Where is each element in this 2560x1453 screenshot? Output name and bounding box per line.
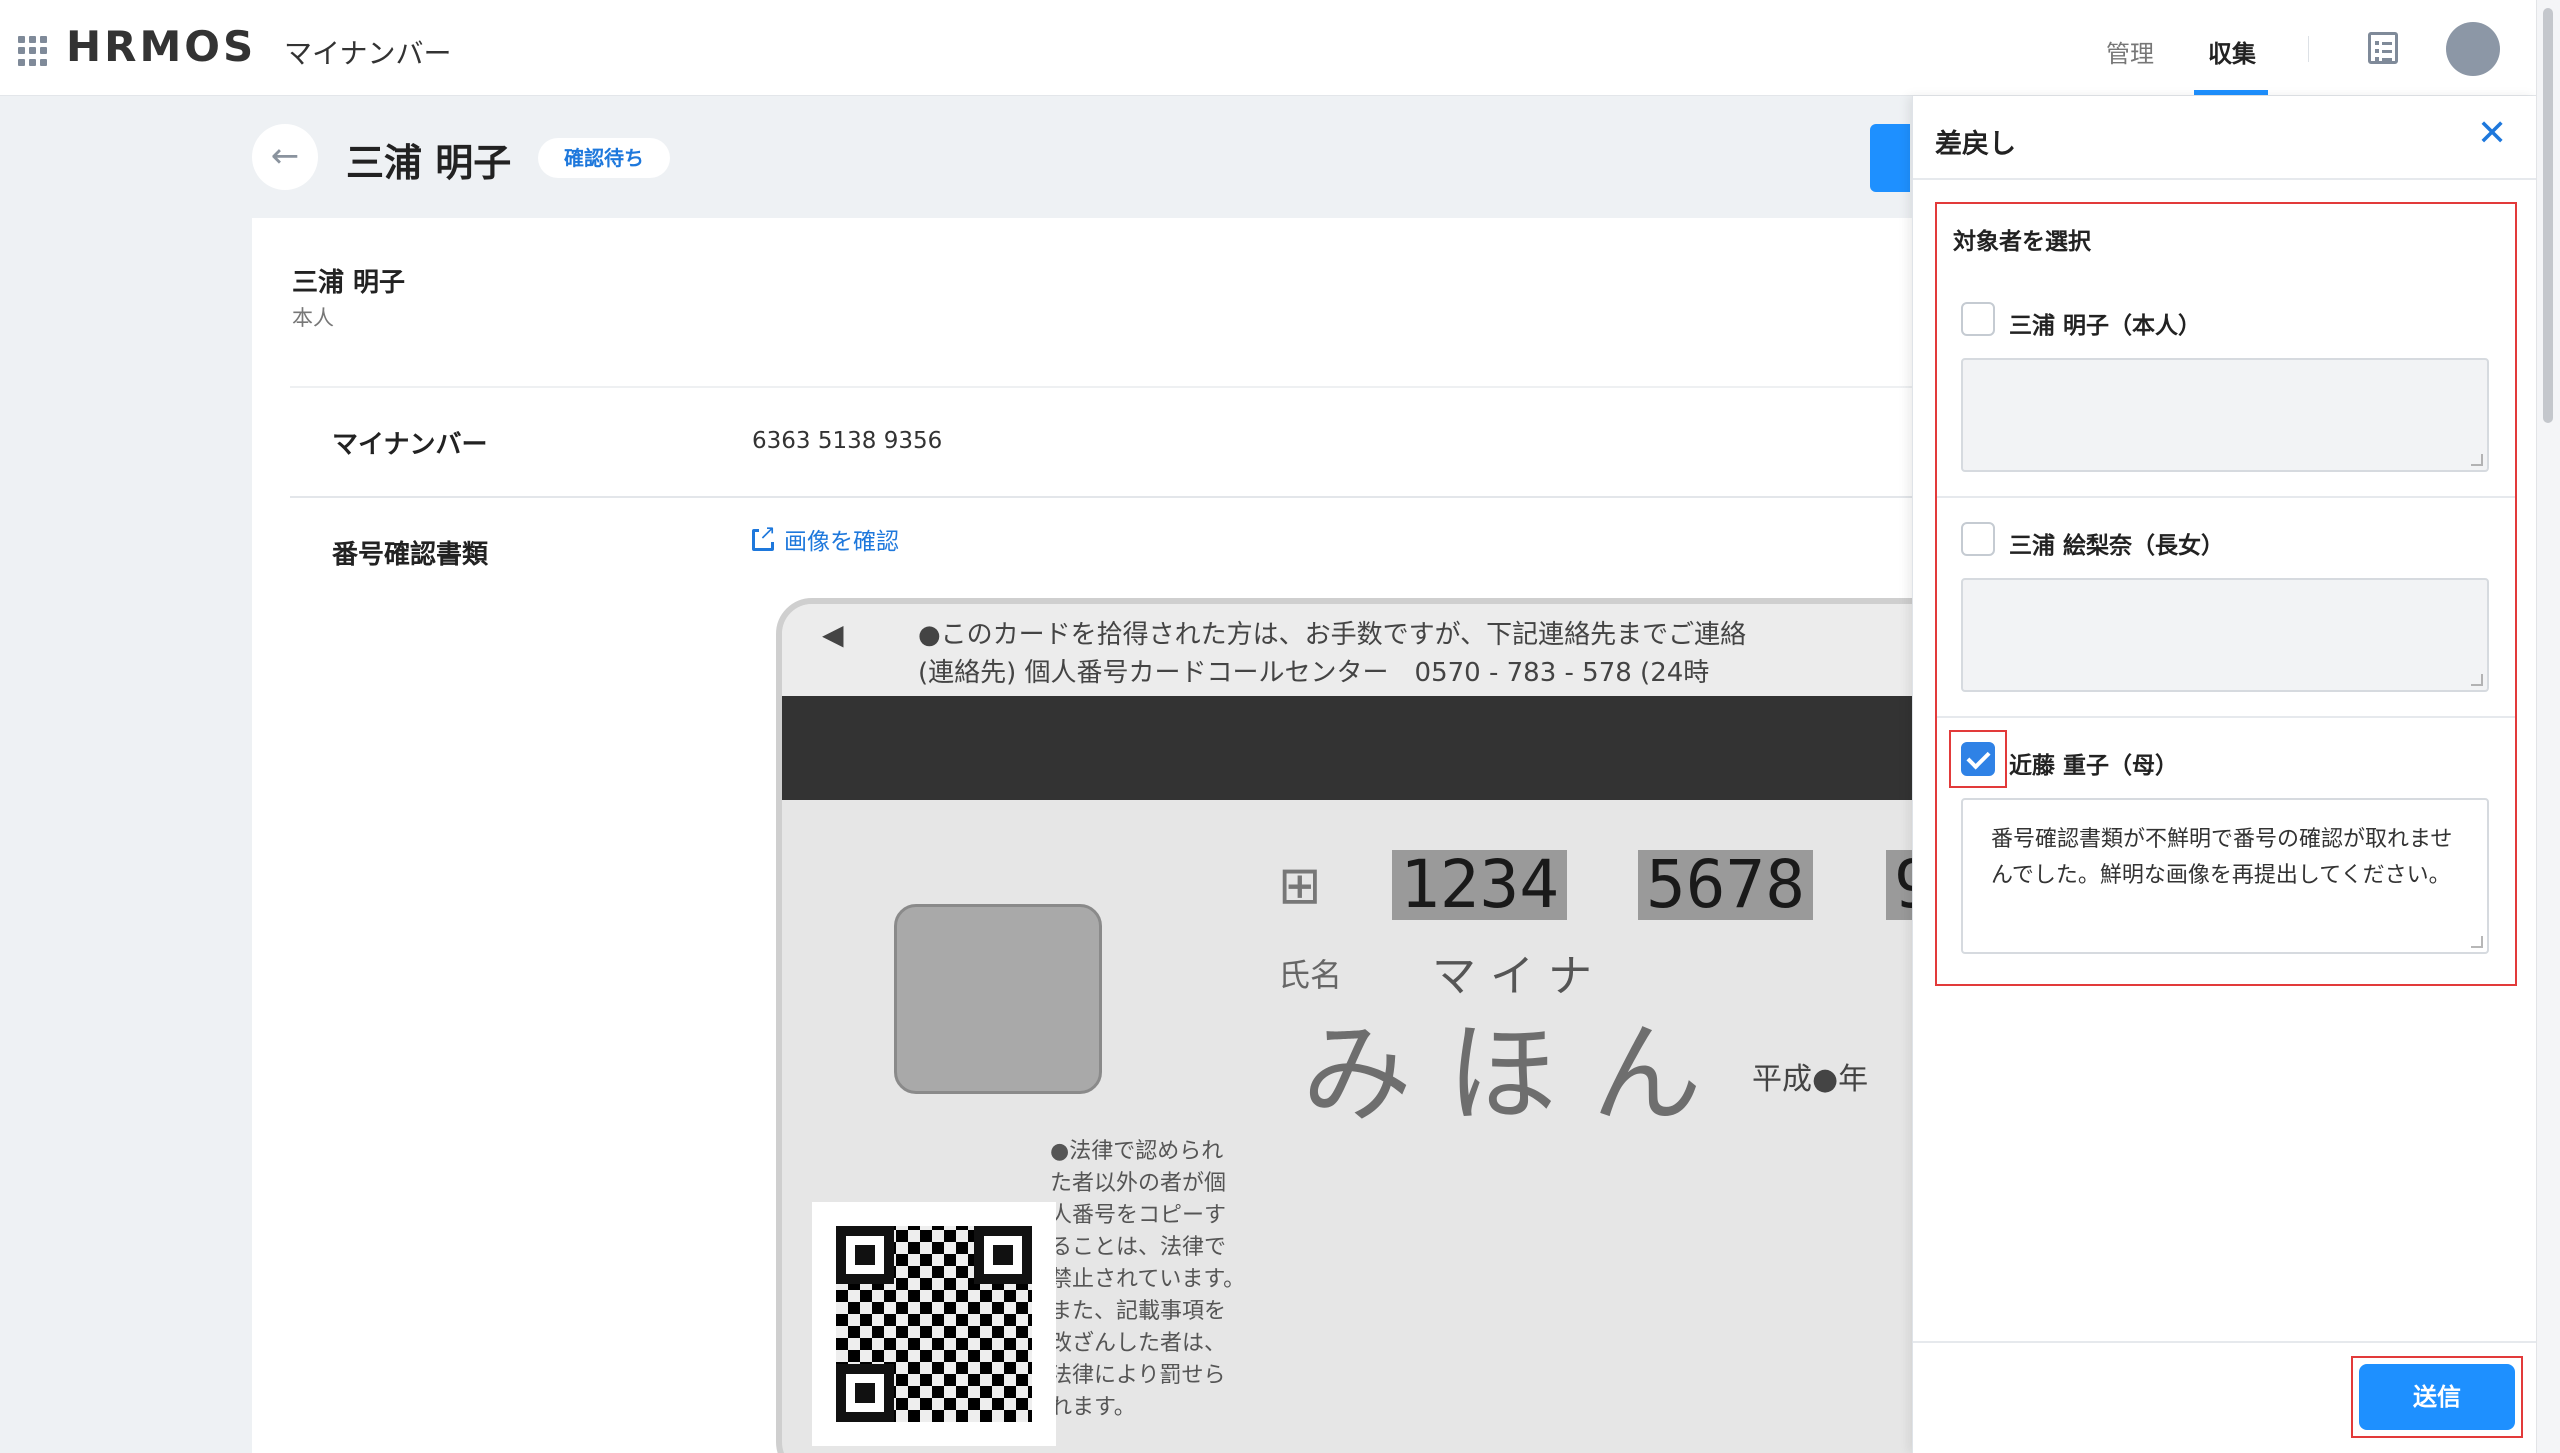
app-grid-icon[interactable] [18, 36, 48, 66]
status-badge: 確認待ち [538, 138, 670, 178]
reason-textarea[interactable]: 番号確認書類が不鮮明で番号の確認が取れませんでした。鮮明な画像を再提出してくださ… [1961, 798, 2489, 954]
nav-active-indicator [2194, 90, 2268, 95]
resize-handle-icon[interactable] [2471, 936, 2483, 948]
card-text-line1: ●このカードを拾得された方は、お手数ですが、下記連絡先までご連絡 [918, 620, 1747, 650]
reason-text: 番号確認書類が不鮮明で番号の確認が取れませんでした。鮮明な画像を再提出してくださ… [1991, 827, 2453, 888]
resize-handle-icon[interactable] [2471, 674, 2483, 686]
back-arrow-icon[interactable]: ← [252, 124, 318, 190]
person-row: 三浦 絵梨奈（長女） [1937, 498, 2515, 718]
page-title: 三浦 明子 [346, 141, 512, 185]
product-name: マイナンバー [284, 37, 452, 70]
mynumber-value: 6363 5138 9356 [752, 428, 943, 454]
row-divider [290, 496, 1912, 498]
logo[interactable]: HRMOS [66, 22, 256, 71]
person-label: 三浦 明子（本人） [2009, 313, 2202, 339]
card-era: 平成●年 [1752, 1062, 1869, 1097]
reason-textarea[interactable] [1961, 358, 2489, 472]
select-target-title: 対象者を選択 [1953, 229, 2091, 255]
card-arrow-icon: ◀ [822, 618, 844, 651]
person-row: 三浦 明子（本人） [1937, 278, 2515, 498]
panel-title: 差戻し [1935, 129, 2016, 160]
nav-divider [2308, 36, 2309, 62]
employee-card: 三浦 明子 本人 マイナンバー 6363 5138 9356 番号確認書類 画像… [252, 218, 2176, 1453]
card-name-hiragana: み ほ ん [1302, 1010, 1702, 1138]
card-text-line2: (連絡先) 個人番号カードコールセンター 0570 - 783 - 578 (2… [918, 658, 1710, 688]
panel-footer-divider [1913, 1341, 2537, 1343]
send-button-highlight: 送信 [2351, 1356, 2523, 1438]
nav-tab-manage[interactable]: 管理 [2106, 34, 2154, 69]
person-row: 近藤 重子（母） 番号確認書類が不鮮明で番号の確認が取れませんでした。鮮明な画像… [1937, 718, 2515, 984]
primary-action-button[interactable] [1870, 124, 1910, 192]
calendar-icon[interactable] [2368, 32, 2398, 64]
view-image-link-label: 画像を確認 [784, 529, 899, 555]
ic-chip [894, 904, 1102, 1094]
row-divider [290, 386, 1912, 388]
external-link-icon [752, 522, 776, 551]
send-button[interactable]: 送信 [2359, 1364, 2515, 1430]
qr-code [812, 1202, 1056, 1446]
card-number-symbol: ⊞ [1278, 856, 1322, 916]
person-label: 三浦 絵梨奈（長女） [2009, 533, 2225, 559]
app-header: HRMOS マイナンバー 管理 収集 [0, 0, 2560, 96]
person-name: 三浦 明子 [292, 268, 406, 298]
view-image-link[interactable]: 画像を確認 [752, 522, 899, 556]
page-scrollbar[interactable] [2536, 0, 2560, 1453]
resize-handle-icon[interactable] [2471, 454, 2483, 466]
doc-label: 番号確認書類 [332, 540, 489, 570]
person-relation: 本人 [292, 306, 334, 330]
card-number-2: 5678 [1638, 850, 1813, 920]
reason-textarea[interactable] [1961, 578, 2489, 692]
card-legal-note: ●法律で認められ た者以外の者が個 人番号をコピーす ることは、法律で 禁止され… [1050, 1139, 1246, 1420]
send-back-panel: 差戻し ✕ 対象者を選択 三浦 明子（本人） 三浦 絵梨奈（長女） 近藤 重子（… [1912, 96, 2537, 1453]
person-checkbox[interactable] [1961, 302, 1995, 336]
person-checkbox-checked[interactable] [1961, 742, 1995, 776]
person-checkbox[interactable] [1961, 522, 1995, 556]
panel-header-divider [1913, 178, 2537, 180]
mynumber-label: マイナンバー [332, 430, 488, 460]
target-selection-box: 対象者を選択 三浦 明子（本人） 三浦 絵梨奈（長女） 近藤 重子（母） 番号確… [1935, 202, 2517, 986]
person-label: 近藤 重子（母） [2009, 753, 2179, 779]
close-icon[interactable]: ✕ [2477, 116, 2507, 152]
scrollbar-thumb[interactable] [2543, 8, 2553, 423]
avatar[interactable] [2446, 22, 2500, 76]
card-number-1: 1234 [1392, 850, 1567, 920]
nav-tab-collect[interactable]: 収集 [2208, 34, 2256, 69]
